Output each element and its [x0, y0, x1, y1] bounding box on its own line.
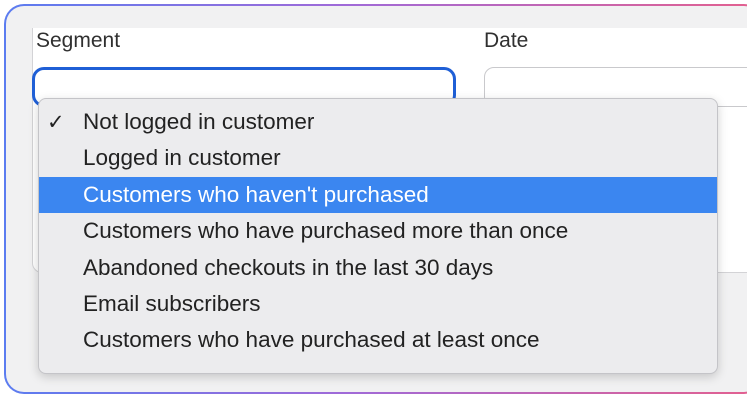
- checkmark-icon: ✓: [47, 110, 65, 134]
- option-not-logged-in-customer[interactable]: ✓ Not logged in customer: [39, 104, 717, 140]
- option-label: Email subscribers: [83, 290, 261, 316]
- option-label: Not logged in customer: [83, 109, 315, 134]
- option-abandoned-checkouts-30-days[interactable]: Abandoned checkouts in the last 30 days: [39, 250, 717, 286]
- option-customers-purchased-at-least-once[interactable]: Customers who have purchased at least on…: [39, 322, 717, 358]
- segment-label: Segment: [36, 29, 121, 52]
- segment-dropdown-menu: ✓ Not logged in customer Logged in custo…: [38, 98, 718, 374]
- date-label: Date: [484, 29, 529, 52]
- option-label: Logged in customer: [83, 145, 281, 171]
- option-email-subscribers[interactable]: Email subscribers: [39, 286, 717, 322]
- option-logged-in-customer[interactable]: Logged in customer: [39, 140, 717, 176]
- option-label: Customers who have purchased more than o…: [83, 218, 569, 244]
- option-label: Customers who haven't purchased: [83, 181, 429, 207]
- option-customers-purchased-more-than-once[interactable]: Customers who have purchased more than o…: [39, 213, 717, 249]
- option-customers-who-havent-purchased[interactable]: Customers who haven't purchased: [39, 176, 717, 214]
- option-label: Customers who have purchased at least on…: [83, 327, 540, 353]
- option-label: Abandoned checkouts in the last 30 days: [83, 254, 494, 280]
